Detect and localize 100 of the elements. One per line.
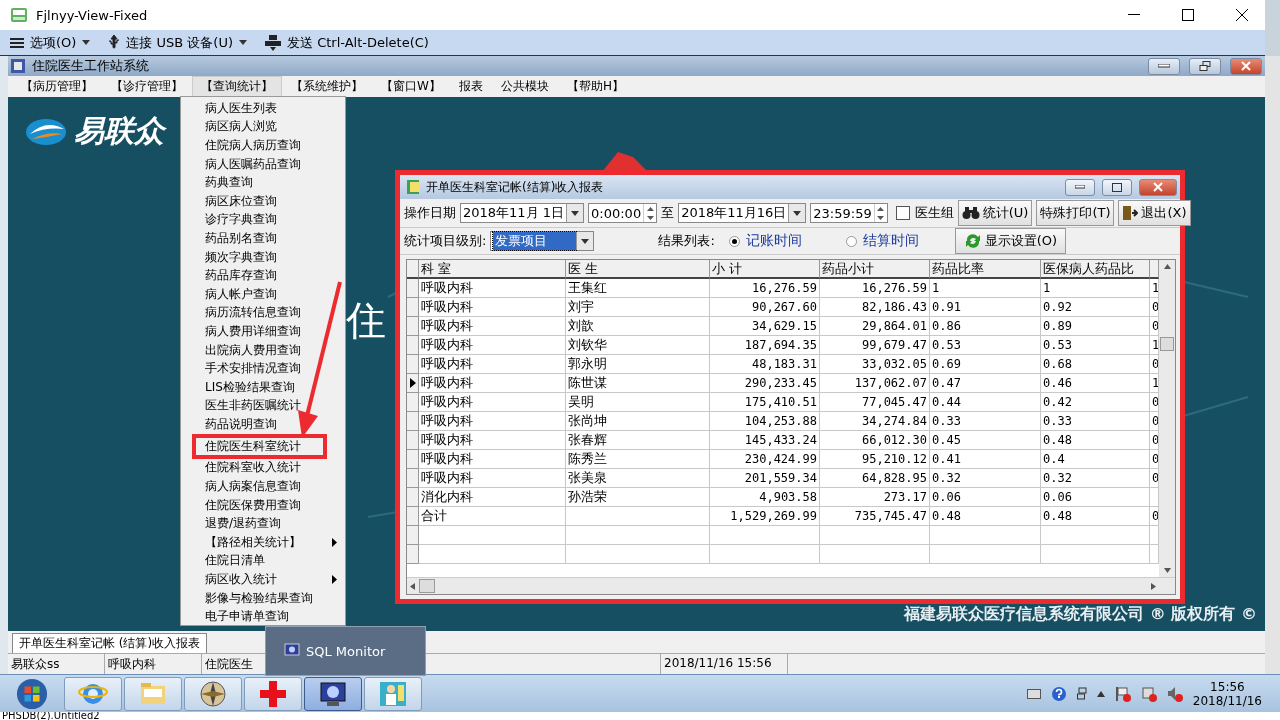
menu-item[interactable]: 住院科室收入统计 xyxy=(181,458,345,478)
table-cell: 34,274.84 xyxy=(820,412,930,431)
menu-item[interactable]: 住院医生科室统计 xyxy=(192,433,327,459)
column-header[interactable]: 药品比率 xyxy=(930,260,1041,279)
toolbar-button[interactable]: 选项(O) xyxy=(10,33,91,52)
menu-item[interactable]: 病区收入统计 xyxy=(181,570,345,589)
toolbar-button[interactable]: 退出(X) xyxy=(1118,200,1191,226)
start-date-field[interactable]: 2018年11月 1日 xyxy=(460,203,585,223)
taskbar-button[interactable] xyxy=(304,676,362,711)
end-date-field[interactable]: 2018年11月16日 xyxy=(678,203,807,223)
radio-label[interactable]: 记账时间 xyxy=(745,232,802,250)
menu-item[interactable]: 医生非药医嘱统计 xyxy=(181,396,345,416)
menu-item[interactable]: 药品库存查询 xyxy=(181,266,345,285)
to-label: 至 xyxy=(661,204,675,222)
document-tab[interactable]: 开单医生科室记帐 (结算)收入报表 xyxy=(12,633,208,653)
spin-up-icon[interactable] xyxy=(646,206,654,211)
menu-item[interactable]: 住院日清单 xyxy=(181,551,345,571)
menu-item[interactable]: 公共模块 xyxy=(491,76,558,97)
menu-item[interactable]: 频次字典查询 xyxy=(181,247,345,267)
minimize-button[interactable] xyxy=(1148,57,1180,75)
menu-item[interactable]: 住院病人病历查询 xyxy=(181,136,345,155)
radio-button[interactable] xyxy=(845,235,857,247)
level-dropdown[interactable]: 发票项目 xyxy=(490,231,595,251)
table-cell: 187,694.35 xyxy=(710,336,820,355)
close-button[interactable] xyxy=(1139,178,1177,196)
row-indicator[interactable] xyxy=(407,374,419,393)
radio-label[interactable]: 结算时间 xyxy=(862,232,919,250)
scroll-up-icon[interactable] xyxy=(1163,264,1171,269)
menu-item[interactable]: 电子申请单查询 xyxy=(181,607,345,627)
spin-up-icon[interactable] xyxy=(877,206,885,211)
table-cell: 290,233.45 xyxy=(710,374,820,393)
menu-item[interactable]: 【查询统计】 xyxy=(192,76,282,97)
menu-item[interactable]: 报表 xyxy=(449,76,492,97)
checkbox[interactable] xyxy=(895,206,910,220)
table-cell: 刘钦华 xyxy=(566,336,710,355)
menu-item[interactable]: 诊疗字典查询 xyxy=(181,210,345,230)
toolbar-button[interactable]: 统计(U) xyxy=(957,200,1033,226)
scroll-down-icon[interactable] xyxy=(1163,568,1171,573)
table-cell: 刘宇 xyxy=(566,298,710,317)
column-header[interactable]: 小 计 xyxy=(710,260,820,279)
menu-item[interactable]: 病人医生列表 xyxy=(181,99,345,118)
clock-date: 2018/11/16 xyxy=(1192,693,1262,708)
table-cell: 0.42 xyxy=(1041,393,1150,412)
menu-item[interactable]: 病区床位查询 xyxy=(181,191,345,211)
menu-item[interactable]: 病人费用详细查询 xyxy=(181,322,345,341)
minimize-button[interactable] xyxy=(1065,178,1095,196)
end-time-field[interactable]: 23:59:59 xyxy=(810,203,888,223)
table-cell: 0.33 xyxy=(930,412,1041,431)
menu-item[interactable]: 手术安排情况查询 xyxy=(181,359,345,378)
toolbar-button[interactable]: 发送 Ctrl-Alt-Delete(C) xyxy=(265,33,429,52)
menu-item[interactable]: 病人病案信息查询 xyxy=(181,477,345,496)
close-button[interactable] xyxy=(1230,57,1262,75)
scrollbar-thumb[interactable] xyxy=(419,579,435,593)
toolbar-button[interactable]: 连接 USB 设备(U) xyxy=(108,33,247,52)
menu-item[interactable]: 药品别名查询 xyxy=(181,229,345,248)
menu-item[interactable]: 药品说明查询 xyxy=(181,415,345,434)
menu-item[interactable]: 病历流转信息查询 xyxy=(181,303,345,323)
maximize-button[interactable] xyxy=(1102,178,1132,196)
menu-item[interactable]: 病人帐户查询 xyxy=(181,284,345,304)
taskbar-button[interactable] xyxy=(184,676,242,711)
display-settings-button[interactable]: 显示设置(O) xyxy=(954,228,1067,254)
scrollbar-thumb[interactable] xyxy=(1160,336,1174,351)
restore-icon xyxy=(1199,61,1211,71)
restore-button[interactable] xyxy=(1189,57,1221,75)
menu-item[interactable]: LIS检验结果查询 xyxy=(181,377,345,397)
spin-down-icon[interactable] xyxy=(877,215,885,220)
menu-item[interactable]: 【诊疗管理】 xyxy=(102,76,192,97)
menu-item[interactable]: 退费/退药查询 xyxy=(181,514,345,534)
column-header[interactable]: 医保病人药品比 xyxy=(1041,260,1150,279)
column-header[interactable]: 医 生 xyxy=(566,260,710,279)
table-cell: 0.69 xyxy=(930,355,1041,374)
menu-item[interactable]: 病人医嘱药品查询 xyxy=(181,154,345,174)
vertical-scrollbar[interactable] xyxy=(1159,260,1175,577)
column-header[interactable]: 科 室 xyxy=(419,260,566,279)
menu-item[interactable]: 住院医保费用查询 xyxy=(181,495,345,515)
table-cell: 呼吸内科 xyxy=(419,431,566,450)
table-cell: 郭永明 xyxy=(566,355,710,374)
spin-down-icon[interactable] xyxy=(646,215,654,220)
column-header[interactable]: 药品小计 xyxy=(820,260,930,279)
radio-button[interactable] xyxy=(728,235,740,247)
toolbar-button[interactable]: 特殊打印(T) xyxy=(1036,200,1115,226)
menu-item[interactable]: 病区病人浏览 xyxy=(181,117,345,137)
menu-item[interactable]: 【病历管理】 xyxy=(12,76,102,97)
menu-item[interactable]: 【路径相关统计】 xyxy=(181,533,345,552)
binoculars-icon xyxy=(961,206,980,220)
menu-icon xyxy=(10,36,24,49)
keyboard-icon xyxy=(1026,688,1041,699)
horizontal-scrollbar[interactable] xyxy=(407,577,1175,594)
menu-item[interactable]: 【窗口W】 xyxy=(372,76,450,97)
menu-item[interactable]: 影像与检验结果查询 xyxy=(181,588,345,608)
menu-item[interactable]: 【帮助H】 xyxy=(557,76,633,97)
menu-item[interactable]: 【系统维护】 xyxy=(282,76,372,97)
menu-item[interactable]: 药典查询 xyxy=(181,173,345,192)
column-header[interactable] xyxy=(1150,260,1159,279)
table-cell: 0.32 xyxy=(1041,469,1150,488)
result-label: 结果列表: xyxy=(658,232,715,250)
door-exit-icon xyxy=(1122,205,1139,221)
menu-item[interactable]: 出院病人费用查询 xyxy=(181,340,345,360)
start-time-field[interactable]: 0:00:00 xyxy=(588,203,658,223)
minimize-icon xyxy=(1158,64,1170,68)
